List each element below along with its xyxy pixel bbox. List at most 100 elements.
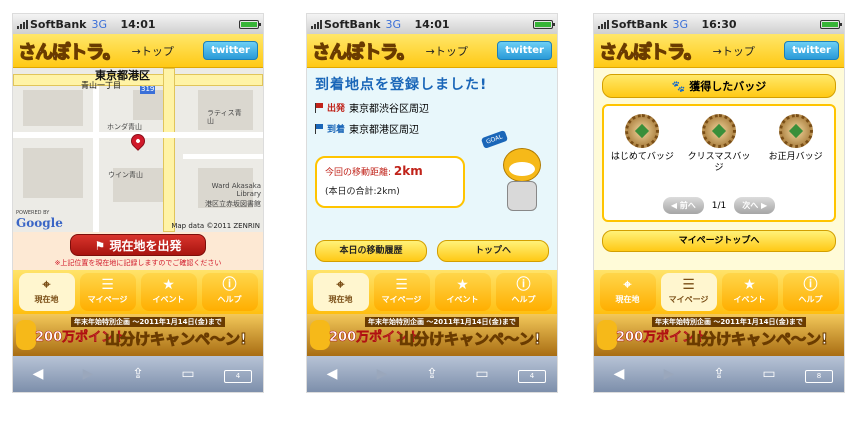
next-button[interactable]: 次へ ▶: [734, 197, 776, 214]
carrier-name: SoftBank: [324, 17, 381, 31]
tab-help[interactable]: ⓘ ヘルプ: [201, 273, 258, 311]
tiger-mascot-icon: [16, 320, 36, 350]
badge-item[interactable]: クリスマスバッジ: [687, 114, 751, 174]
tabs-icon[interactable]: 4: [518, 366, 546, 383]
top-link[interactable]: →トップ: [132, 43, 174, 59]
card-icon: ☰: [101, 277, 114, 293]
blue-flag-icon: [315, 123, 323, 134]
back-icon[interactable]: ◀: [318, 366, 346, 382]
browser-toolbar: ◀ ▶ ⇪ ▭ 8: [594, 356, 844, 392]
back-icon[interactable]: ◀: [24, 366, 52, 382]
tab-mypage[interactable]: ☰ マイページ: [660, 273, 717, 311]
tab-mypage[interactable]: ☰ マイページ: [79, 273, 136, 311]
campaign-banner[interactable]: 年末年始特別企画 〜2011年1月14日(金)まで 200万ポイント 山分けキャ…: [13, 314, 263, 356]
info-icon: ⓘ: [803, 277, 818, 293]
kadomatsu-badge-icon: [778, 114, 813, 148]
network-type: 3G: [672, 17, 689, 31]
tab-help[interactable]: ⓘ ヘルプ: [782, 273, 839, 311]
phone-screen-arrival: SoftBank 3G 14:01 さんぽトラ。 →トップ twitter 到着…: [307, 14, 557, 392]
forward-icon[interactable]: ▶: [655, 366, 683, 382]
info-icon: ⓘ: [222, 277, 237, 293]
signal-icon: [311, 19, 322, 29]
forward-icon[interactable]: ▶: [74, 366, 102, 382]
app-logo[interactable]: さんぽトラ。: [312, 38, 416, 64]
browser-toolbar: ◀ ▶ ⇪ ▭ 4: [307, 356, 557, 392]
tab-current-location[interactable]: ⌖ 現在地: [599, 273, 656, 311]
google-logo: Google: [16, 216, 63, 230]
app-header: さんぽトラ。 →トップ twitter: [594, 34, 844, 68]
card-icon: ☰: [395, 277, 408, 293]
tab-event[interactable]: ★ イベント: [434, 273, 491, 311]
distance-box: 今回の移動距離: 2km (本日の合計:2km): [315, 156, 465, 208]
top-link[interactable]: →トップ: [426, 43, 468, 59]
campaign-banner[interactable]: 年末年始特別企画 〜2011年1月14日(金)まで 200万ポイント 山分けキャ…: [594, 314, 844, 356]
badges-screen: 🐾 獲得したバッジ はじめてバッジ クリスマスバッジ お正月バッジ ◀ 前へ 1…: [594, 68, 844, 270]
status-bar: SoftBank 3G 16:30: [594, 14, 844, 34]
distance-label: 今回の移動距離:: [325, 168, 392, 178]
share-icon[interactable]: ⇪: [124, 366, 152, 382]
star-icon: ★: [743, 277, 756, 293]
phone-screen-badges: SoftBank 3G 16:30 さんぽトラ。 →トップ twitter 🐾 …: [594, 14, 844, 392]
tab-current-location[interactable]: ⌖ 現在地: [312, 273, 369, 311]
location-notice: ※上記位置を現在地に記録しますのでご確認ください: [54, 259, 222, 267]
tab-current-location[interactable]: ⌖ 現在地: [18, 273, 75, 311]
card-icon: ☰: [682, 277, 695, 293]
pager: ◀ 前へ 1/1 次へ ▶: [604, 197, 834, 214]
tab-bar: ⌖ 現在地 ☰ マイページ ★ イベント ⓘ ヘルプ: [13, 270, 263, 314]
star-icon: ★: [162, 277, 175, 293]
tabs-icon[interactable]: 8: [805, 366, 833, 383]
tabs-count: 4: [224, 369, 252, 383]
back-icon[interactable]: ◀: [605, 366, 633, 382]
campaign-banner[interactable]: 年末年始特別企画 〜2011年1月14日(金)まで 200万ポイント 山分けキャ…: [307, 314, 557, 356]
app-logo[interactable]: さんぽトラ。: [599, 38, 703, 64]
twitter-button[interactable]: twitter: [203, 41, 258, 60]
top-button[interactable]: トップへ: [437, 240, 549, 262]
tabs-icon[interactable]: 4: [224, 366, 252, 383]
status-bar: SoftBank 3G 14:01: [307, 14, 557, 34]
map-place-label: ラティス青山: [207, 109, 242, 125]
arrival-panel: 到着地点を登録しました! 出発 東京都渋谷区周辺 到着 東京都港区周辺 今回の移…: [307, 68, 557, 270]
map-view[interactable]: 東京都港区 青山一丁目 319 ホンダ青山 ラティス青山 ウイン青山 Ward …: [13, 68, 263, 232]
arrival-place: 東京都港区周辺: [349, 125, 420, 136]
tab-label: 現在地: [328, 295, 353, 304]
mypage-top-button[interactable]: マイページトップへ: [602, 230, 836, 252]
distance-value: 2km: [393, 164, 423, 178]
bookmarks-icon[interactable]: ▭: [174, 366, 202, 382]
red-flag-icon: [315, 102, 323, 113]
status-bar: SoftBank 3G 14:01: [13, 14, 263, 34]
depart-button-label: 現在地を出発: [109, 239, 182, 253]
arrival-title: 到着地点を登録しました!: [315, 77, 488, 93]
depart-button[interactable]: ⚑ 現在地を出発: [70, 234, 206, 256]
history-button[interactable]: 本日の移動履歴: [315, 240, 427, 262]
banner-title: 山分けキャンペ〜ン!: [105, 330, 248, 349]
carrier-name: SoftBank: [30, 17, 87, 31]
tab-help[interactable]: ⓘ ヘルプ: [495, 273, 552, 311]
share-icon[interactable]: ⇪: [418, 366, 446, 382]
signal-icon: [17, 19, 28, 29]
twitter-button[interactable]: twitter: [497, 41, 552, 60]
tab-label: 現在地: [34, 295, 59, 304]
tab-event[interactable]: ★ イベント: [140, 273, 197, 311]
forward-icon[interactable]: ▶: [368, 366, 396, 382]
share-icon[interactable]: ⇪: [705, 366, 733, 382]
bookmarks-icon[interactable]: ▭: [755, 366, 783, 382]
depart-area: ⚑ 現在地を出発 ※上記位置を現在地に記録しますのでご確認ください: [13, 232, 263, 270]
page-indicator: 1/1: [711, 200, 727, 211]
daily-total: (本日の合計:2km): [325, 187, 400, 197]
info-icon: ⓘ: [516, 277, 531, 293]
departure-tag: 出発: [327, 104, 346, 114]
tab-bar: ⌖ 現在地 ☰ マイページ ★ イベント ⓘ ヘルプ: [594, 270, 844, 314]
badge-item[interactable]: お正月バッジ: [764, 114, 828, 174]
twitter-button[interactable]: twitter: [784, 41, 839, 60]
map-street-label: 青山一丁目: [81, 81, 121, 90]
map-place-label: ホンダ青山: [107, 123, 142, 131]
tabs-count: 4: [518, 369, 546, 383]
app-logo[interactable]: さんぽトラ。: [18, 38, 122, 64]
top-link[interactable]: →トップ: [713, 43, 755, 59]
prev-button[interactable]: ◀ 前へ: [662, 197, 704, 214]
bookmarks-icon[interactable]: ▭: [468, 366, 496, 382]
browser-toolbar: ◀ ▶ ⇪ ▭ 4: [13, 356, 263, 392]
tab-event[interactable]: ★ イベント: [721, 273, 778, 311]
tab-mypage[interactable]: ☰ マイページ: [373, 273, 430, 311]
badge-item[interactable]: はじめてバッジ: [610, 114, 674, 174]
